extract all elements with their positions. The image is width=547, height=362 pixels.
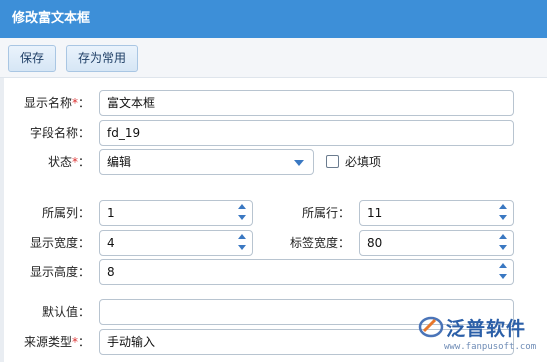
row-value: 11 — [367, 206, 383, 220]
fanpu-logo-icon — [418, 316, 444, 338]
source-type-label: 来源类型*： — [23, 335, 90, 349]
row-spinner[interactable]: 11 — [359, 200, 514, 226]
column-spinner[interactable]: 1 — [99, 200, 253, 226]
spinner-arrows-icon[interactable] — [238, 234, 246, 252]
field-name-label: 字段名称： — [29, 126, 90, 140]
display-height-spinner[interactable]: 8 — [99, 259, 514, 285]
brand-name: 泛普软件 — [446, 318, 527, 340]
label-width-label: 标签宽度： — [289, 236, 350, 250]
default-value-label: 默认值： — [41, 305, 90, 319]
display-width-value: 4 — [107, 236, 115, 250]
state-label: 状态*： — [47, 155, 90, 169]
chevron-down-icon[interactable] — [294, 160, 304, 166]
fanpu-logo-watermark: 泛普软件 www.fanpusoft.com — [418, 312, 547, 362]
spinner-arrows-icon[interactable] — [499, 263, 507, 281]
field-name-input[interactable]: fd_19 — [99, 120, 514, 146]
state-select-value: 编辑 — [107, 155, 132, 169]
display-height-value: 8 — [107, 265, 115, 279]
spinner-arrows-icon[interactable] — [499, 234, 507, 252]
brand-url: www.fanpusoft.com — [444, 342, 537, 352]
column-value: 1 — [107, 206, 115, 220]
display-name-label: 显示名称*： — [23, 96, 90, 110]
display-width-label: 显示宽度： — [29, 236, 90, 250]
display-name-input[interactable]: 富文本框 — [99, 90, 514, 116]
save-button[interactable]: 保存 — [8, 45, 56, 72]
spinner-arrows-icon[interactable] — [238, 204, 246, 222]
window-title: 修改富文本框 — [12, 11, 91, 26]
toolbar: 保存 存为常用 — [0, 38, 547, 78]
column-label: 所属列： — [41, 206, 90, 220]
label-width-value: 80 — [367, 236, 383, 250]
save-as-common-button[interactable]: 存为常用 — [66, 45, 138, 72]
required-checkbox[interactable] — [326, 155, 339, 168]
required-checkbox-label: 必填项 — [345, 155, 382, 169]
left-border — [0, 78, 4, 362]
row-label: 所属行： — [301, 206, 350, 220]
window-titlebar: 修改富文本框 — [0, 0, 547, 38]
label-width-spinner[interactable]: 80 — [359, 230, 514, 256]
state-select[interactable]: 编辑 — [99, 149, 314, 175]
display-width-spinner[interactable]: 4 — [99, 230, 253, 256]
display-height-label: 显示高度： — [29, 265, 90, 279]
spinner-arrows-icon[interactable] — [499, 204, 507, 222]
source-type-value: 手动输入 — [107, 335, 156, 349]
